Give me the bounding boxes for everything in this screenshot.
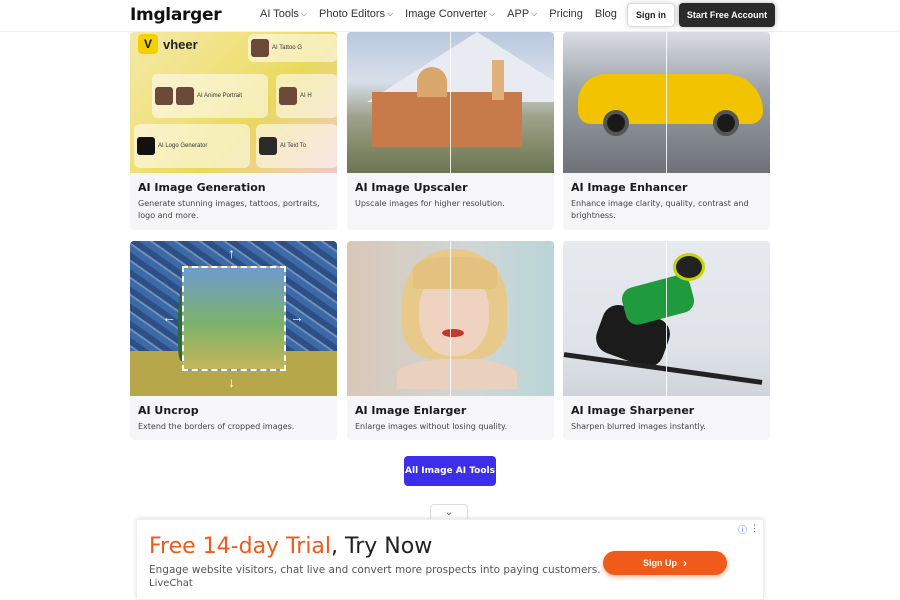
arrow-right-icon: → xyxy=(290,309,304,325)
preview-tile: AI Anime Portrait xyxy=(152,74,268,118)
ad-sign-up-button[interactable]: Sign Up › xyxy=(603,551,727,575)
card-description: Enlarge images without losing quality. xyxy=(355,422,508,431)
car-wheel xyxy=(713,110,739,136)
preview-tile: AI Tattoo G xyxy=(248,34,337,62)
compare-divider[interactable] xyxy=(666,32,667,173)
car-wheel xyxy=(603,110,629,136)
card-preview-image xyxy=(563,32,770,173)
nav-ai-tools[interactable]: AI Tools ⌵ xyxy=(260,8,307,20)
compare-divider[interactable] xyxy=(450,32,451,173)
nav-label: Photo Editors xyxy=(319,8,386,20)
ad-brand: LiveChat xyxy=(149,578,193,589)
arrow-left-icon: ← xyxy=(162,309,176,325)
tool-card-image-enhancer[interactable]: AI Image Enhancer Enhance image clarity,… xyxy=(563,32,770,230)
card-description: Extend the borders of cropped images. xyxy=(138,422,295,431)
ad-subtext: Engage website visitors, chat live and c… xyxy=(149,564,601,576)
all-image-ai-tools-button[interactable]: All Image AI Tools xyxy=(404,456,496,486)
top-navbar: Imglarger AI Tools ⌵ Photo Editors ⌵ Image… xyxy=(0,0,900,32)
vheer-label: vheer xyxy=(163,36,198,52)
card-description: Generate stunning images, tattoos, portr… xyxy=(138,199,320,220)
chevron-down-icon: ⌵ xyxy=(489,9,496,18)
chevron-down-icon: ⌵ xyxy=(531,9,538,18)
preview-tile: AI H xyxy=(276,74,337,118)
card-title: AI Uncrop xyxy=(138,404,199,417)
skier-helmet xyxy=(673,253,705,281)
vheer-brand: V vheer xyxy=(138,34,198,54)
portrait-fringe xyxy=(413,257,497,289)
preview-tile: AI Text To xyxy=(256,124,337,168)
tool-card-image-sharpener[interactable]: AI Image Sharpener Sharpen blurred image… xyxy=(563,241,770,440)
sign-in-button[interactable]: Sign in xyxy=(627,3,675,27)
nav-label: Pricing xyxy=(549,8,583,20)
site-logo[interactable]: Imglarger xyxy=(130,5,222,25)
card-title: AI Image Upscaler xyxy=(355,181,468,194)
ad-cta-label: Sign Up xyxy=(643,558,677,568)
thumbnail-image xyxy=(137,137,155,155)
chevron-right-icon: › xyxy=(683,556,687,570)
nav-label: AI Tools xyxy=(260,8,299,20)
ad-headline-rest: , Try Now xyxy=(331,534,433,559)
card-description: Enhance image clarity, quality, contrast… xyxy=(571,199,749,220)
tool-card-image-upscaler[interactable]: AI Image Upscaler Upscale images for hig… xyxy=(347,32,554,230)
ad-headline: Free 14-day Trial, Try Now xyxy=(149,534,432,559)
card-preview-image xyxy=(563,241,770,396)
ad-collapse-toggle[interactable]: ⌄ xyxy=(430,504,468,520)
arrow-up-icon: ↑ xyxy=(228,245,235,261)
nav-photo-editors[interactable]: Photo Editors ⌵ xyxy=(319,8,393,20)
thumbnail-image xyxy=(155,87,173,105)
thumbnail-image xyxy=(279,87,297,105)
card-title: AI Image Generation xyxy=(138,181,266,194)
crop-frame[interactable] xyxy=(182,266,286,371)
nav-label: APP xyxy=(507,8,530,20)
card-preview-image xyxy=(347,32,554,173)
more-options-icon[interactable]: ⋮ xyxy=(750,523,759,536)
ad-banner[interactable]: ⓘ ⋮ Free 14-day Trial, Try Now Engage we… xyxy=(136,519,764,600)
portrait-lips xyxy=(442,329,464,337)
card-title: AI Image Sharpener xyxy=(571,404,695,417)
nav-app[interactable]: APP ⌵ xyxy=(507,8,537,20)
card-title: AI Image Enhancer xyxy=(571,181,688,194)
tool-card-image-generation[interactable]: V vheer AI Tattoo G AI Anime Portrait AI… xyxy=(130,32,337,230)
chevron-down-icon: ⌵ xyxy=(387,9,394,18)
nav-pricing[interactable]: Pricing xyxy=(549,8,583,20)
nav-image-converter[interactable]: Image Converter ⌵ xyxy=(405,8,495,20)
arrow-down-icon: ↓ xyxy=(228,374,235,390)
church-tower xyxy=(492,60,504,100)
preview-tile: AI Logo Generator xyxy=(134,124,250,168)
ad-headline-highlight: Free 14-day Trial xyxy=(149,534,332,559)
card-title: AI Image Enlarger xyxy=(355,404,467,417)
start-free-account-button[interactable]: Start Free Account xyxy=(679,3,775,27)
main-nav: AI Tools ⌵ Photo Editors ⌵ Image Converter… xyxy=(260,8,617,20)
nav-label: Image Converter xyxy=(405,8,488,20)
ad-info-controls: ⓘ ⋮ xyxy=(738,523,759,536)
church-shape xyxy=(372,92,522,147)
tool-card-image-enlarger[interactable]: AI Image Enlarger Enlarge images without… xyxy=(347,241,554,440)
thumbnail-image xyxy=(251,39,269,57)
thumbnail-image xyxy=(259,137,277,155)
card-preview-image: ↑ ↓ ← → xyxy=(130,241,337,396)
nav-label: Blog xyxy=(594,8,617,20)
skier-body xyxy=(619,272,697,328)
compare-divider[interactable] xyxy=(666,241,667,396)
portrait-shoulder xyxy=(397,359,517,389)
thumbnail-image xyxy=(176,87,194,105)
tool-card-uncrop[interactable]: ↑ ↓ ← → AI Uncrop Extend the borders of … xyxy=(130,241,337,440)
nav-blog[interactable]: Blog xyxy=(595,8,617,20)
card-preview-image: V vheer AI Tattoo G AI Anime Portrait AI… xyxy=(130,32,337,173)
vheer-logo-icon: V xyxy=(138,34,158,54)
card-description: Upscale images for higher resolution. xyxy=(355,199,505,208)
card-description: Sharpen blurred images instantly. xyxy=(571,422,706,431)
info-icon[interactable]: ⓘ xyxy=(738,523,747,536)
compare-divider[interactable] xyxy=(450,241,451,396)
church-dome xyxy=(417,67,447,97)
chevron-down-icon: ⌄ xyxy=(444,507,454,518)
ski-shape xyxy=(563,352,763,385)
chevron-down-icon: ⌵ xyxy=(300,9,308,18)
card-preview-image xyxy=(347,241,554,396)
